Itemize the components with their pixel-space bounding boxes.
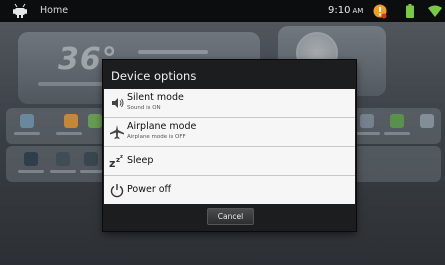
app-icon[interactable] (64, 114, 78, 128)
option-status: Sound is ON (127, 105, 161, 111)
app-caption (384, 132, 410, 135)
airplane-icon (110, 125, 124, 139)
app-icon[interactable] (24, 152, 38, 166)
option-sleep[interactable]: z z z Sleep (104, 147, 355, 176)
svg-text:z: z (120, 154, 123, 160)
svg-text:z: z (109, 157, 115, 169)
app-icon[interactable] (390, 114, 404, 128)
app-caption (14, 132, 40, 135)
option-label: Airplane mode (127, 121, 197, 132)
sleep-icon: z z z (109, 154, 123, 169)
option-power-off[interactable]: Power off (104, 176, 355, 204)
home-label: Home (40, 5, 69, 16)
app-icon[interactable] (20, 114, 34, 128)
app-caption (18, 170, 44, 173)
alert-icon[interactable] (372, 3, 388, 19)
option-label: Power off (127, 184, 172, 195)
dialog-title: Device options (111, 69, 197, 83)
wifi-icon (428, 5, 442, 17)
device-options-dialog: Device options Silent mode Sound is ON A… (103, 60, 356, 231)
option-label: Sleep (127, 155, 154, 166)
option-silent-mode[interactable]: Silent mode Sound is ON (104, 89, 355, 118)
app-icon[interactable] (88, 114, 102, 128)
battery-icon (406, 4, 414, 18)
power-icon (110, 184, 124, 198)
app-icon[interactable] (420, 114, 434, 128)
app-icon[interactable] (360, 114, 374, 128)
speaker-icon (112, 98, 124, 108)
app-caption (50, 170, 76, 173)
status-bar: Home 9:10 AM (0, 0, 445, 22)
option-label: Silent mode (127, 92, 184, 103)
app-icon[interactable] (84, 152, 98, 166)
options-list: Silent mode Sound is ON Airplane mode Ai… (104, 89, 355, 204)
weather-text-blur (138, 50, 208, 54)
app-icon[interactable] (56, 152, 70, 166)
status-time: 9:10 AM (328, 5, 364, 16)
android-icon[interactable] (12, 3, 28, 19)
cancel-button[interactable]: Cancel (207, 208, 254, 225)
option-status: Airplane mode is OFF (127, 134, 186, 140)
app-caption (56, 132, 82, 135)
option-airplane-mode[interactable]: Airplane mode Airplane mode is OFF (104, 118, 355, 147)
app-caption (354, 132, 380, 135)
